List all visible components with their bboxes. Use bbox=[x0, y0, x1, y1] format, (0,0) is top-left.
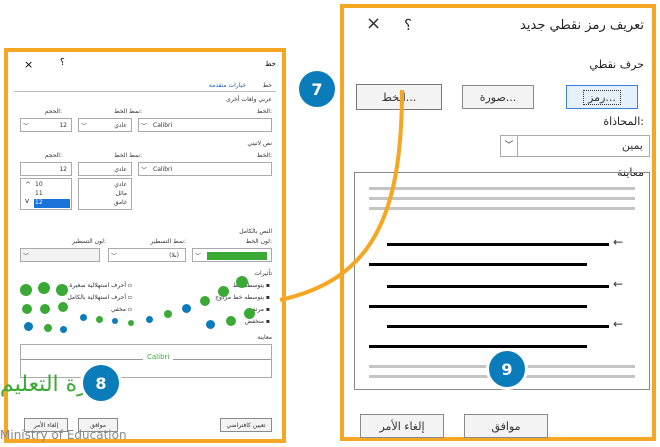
logo-dot bbox=[38, 282, 50, 294]
callout-badge-8: 8 bbox=[80, 362, 122, 404]
logo-dot bbox=[58, 302, 68, 312]
logo-dot bbox=[112, 318, 118, 324]
logo-dot bbox=[60, 326, 67, 333]
logo-dot bbox=[128, 320, 134, 326]
callout-badge-9: 9 bbox=[486, 348, 528, 390]
logo-dot bbox=[56, 284, 68, 296]
watermark-english: Ministry of Education bbox=[0, 428, 127, 442]
watermark-logo bbox=[0, 270, 270, 350]
logo-dot bbox=[24, 322, 33, 331]
logo-dot bbox=[206, 320, 215, 329]
logo-dot bbox=[182, 304, 191, 313]
logo-dot bbox=[146, 316, 153, 323]
logo-dot bbox=[80, 314, 87, 321]
callout-badge-7: 7 bbox=[296, 68, 338, 110]
logo-dot bbox=[218, 286, 229, 297]
logo-dot bbox=[200, 296, 210, 306]
connector-line bbox=[279, 89, 404, 302]
logo-dot bbox=[164, 310, 172, 318]
logo-dot bbox=[226, 316, 236, 326]
logo-dot bbox=[20, 284, 32, 296]
logo-dot bbox=[96, 316, 103, 323]
logo-dot bbox=[22, 304, 32, 314]
logo-dot bbox=[40, 304, 50, 314]
logo-dot bbox=[236, 276, 248, 288]
logo-dot bbox=[244, 308, 255, 319]
logo-dot bbox=[44, 324, 52, 332]
